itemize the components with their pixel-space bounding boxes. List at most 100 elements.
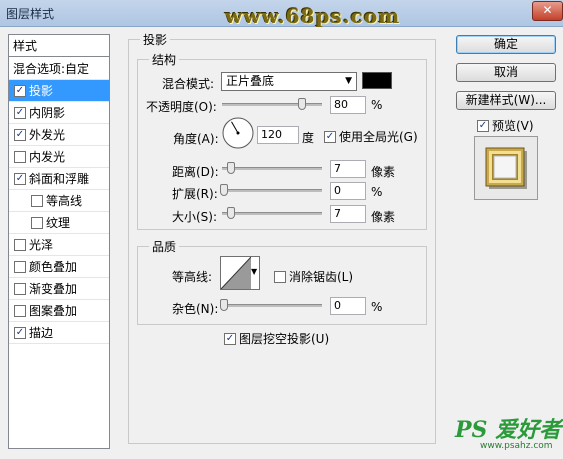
- site-logo: PS 爱好者: [455, 417, 562, 443]
- checkbox-icon: ✓: [324, 131, 336, 143]
- style-list-item[interactable]: 内发光: [9, 146, 109, 168]
- style-list-item[interactable]: ✓ 外发光: [9, 124, 109, 146]
- checkbox-icon[interactable]: [14, 282, 26, 295]
- contour-linear-icon: [220, 256, 252, 290]
- window-title: 图层样式: [6, 7, 55, 21]
- checkbox-icon[interactable]: [14, 260, 26, 273]
- close-icon: ✕: [542, 3, 553, 17]
- style-list-item-label: 图案叠加: [29, 304, 78, 318]
- style-list-item-label: 投影: [29, 84, 54, 98]
- style-list-item-label: 渐变叠加: [29, 282, 78, 296]
- close-button[interactable]: ✕: [532, 1, 563, 21]
- ok-button[interactable]: 确定: [456, 35, 556, 54]
- opacity-input[interactable]: 80: [330, 96, 366, 114]
- structure-title: 结构: [149, 51, 180, 68]
- style-list-item-label: 描边: [29, 326, 54, 340]
- style-list-item[interactable]: 纹理: [9, 212, 109, 234]
- chevron-down-icon: ▼: [251, 267, 258, 276]
- size-input[interactable]: 7: [330, 205, 366, 223]
- spread-label: 扩展(R):: [172, 187, 218, 201]
- size-slider-thumb[interactable]: [227, 207, 235, 219]
- checkbox-icon[interactable]: [14, 150, 26, 163]
- style-list-item-label: 纹理: [46, 216, 71, 230]
- opacity-percent: %: [371, 98, 383, 112]
- style-list-item-label: 内发光: [29, 150, 66, 164]
- blend-mode-select[interactable]: 正片叠底 ▼: [221, 72, 357, 91]
- style-list-item-label: 光泽: [29, 238, 54, 252]
- shadow-color-swatch[interactable]: [362, 72, 392, 89]
- checkbox-icon: ✓: [477, 120, 489, 132]
- chevron-down-icon: ▼: [345, 76, 352, 86]
- noise-slider-thumb[interactable]: [220, 299, 228, 311]
- style-list-item[interactable]: 光泽: [9, 234, 109, 256]
- distance-slider-track[interactable]: [222, 167, 322, 170]
- checkbox-icon[interactable]: [14, 238, 26, 251]
- style-list-item-label: 颜色叠加: [29, 260, 78, 274]
- preview-thumbnail: [475, 137, 537, 199]
- checkbox-icon[interactable]: [31, 216, 43, 229]
- style-list-item[interactable]: ✓ 描边: [9, 322, 109, 344]
- checkbox-icon[interactable]: ✓: [14, 326, 26, 339]
- size-unit: 像素: [371, 210, 396, 224]
- opacity-slider-thumb[interactable]: [298, 98, 306, 110]
- style-list-item[interactable]: ✓ 投影: [9, 80, 109, 102]
- spread-percent: %: [371, 185, 383, 199]
- spread-input[interactable]: 0: [330, 182, 366, 200]
- checkbox-icon[interactable]: ✓: [14, 84, 26, 97]
- angle-unit: 度: [302, 131, 315, 145]
- opacity-label: 不透明度(O):: [146, 100, 217, 114]
- blend-mode-value: 正片叠底: [226, 74, 275, 88]
- contour-label: 等高线:: [172, 270, 213, 284]
- style-list: 样式 混合选项:自定 ✓ 投影 ✓ 内阴影 ✓ 外发光 内发光 ✓ 斜面和浮雕 等高线 纹理 光泽 颜色…: [8, 34, 110, 449]
- style-list-header: 样式: [9, 35, 109, 57]
- anti-alias-checkbox[interactable]: 消除锯齿(L): [274, 268, 353, 285]
- distance-label: 距离(D):: [172, 165, 219, 179]
- angle-input[interactable]: 120: [257, 126, 299, 144]
- spread-slider-track[interactable]: [222, 189, 322, 192]
- drop-shadow-title: 投影: [140, 31, 171, 48]
- distance-input[interactable]: 7: [330, 160, 366, 178]
- noise-input[interactable]: 0: [330, 297, 366, 315]
- style-list-item[interactable]: 渐变叠加: [9, 278, 109, 300]
- global-light-checkbox[interactable]: ✓ 使用全局光(G): [324, 128, 418, 145]
- size-slider-track[interactable]: [222, 212, 322, 215]
- blend-options-item[interactable]: 混合选项:自定: [9, 58, 109, 80]
- style-list-item[interactable]: ✓ 斜面和浮雕: [9, 168, 109, 190]
- noise-slider-track[interactable]: [222, 304, 322, 307]
- knockout-checkbox[interactable]: ✓ 图层挖空投影(U): [224, 330, 329, 347]
- angle-dial[interactable]: [221, 116, 255, 150]
- style-list-item[interactable]: 颜色叠加: [9, 256, 109, 278]
- checkbox-icon: ✓: [224, 333, 236, 345]
- distance-unit: 像素: [371, 165, 396, 179]
- watermark-text: www.68ps.com: [225, 4, 401, 28]
- style-preview: [474, 136, 538, 200]
- size-label: 大小(S):: [172, 210, 218, 224]
- checkbox-icon[interactable]: ✓: [14, 106, 26, 119]
- preview-checkbox[interactable]: ✓ 预览(V): [477, 117, 534, 134]
- style-list-item[interactable]: 图案叠加: [9, 300, 109, 322]
- site-url: www.psahz.com: [480, 441, 553, 451]
- style-list-item[interactable]: ✓ 内阴影: [9, 102, 109, 124]
- style-list-item-label: 等高线: [46, 194, 83, 208]
- spread-slider-thumb[interactable]: [220, 184, 228, 196]
- checkbox-icon: [274, 271, 286, 283]
- cancel-button[interactable]: 取消: [456, 63, 556, 82]
- checkbox-icon[interactable]: [31, 194, 43, 207]
- checkbox-icon[interactable]: ✓: [14, 172, 26, 185]
- angle-dial-icon: [222, 117, 254, 149]
- style-list-item-label: 外发光: [29, 128, 66, 142]
- blend-mode-label: 混合模式:: [162, 77, 215, 91]
- angle-label: 角度(A):: [173, 132, 219, 146]
- style-list-item-label: 斜面和浮雕: [29, 172, 90, 186]
- style-list-item-label: 内阴影: [29, 106, 66, 120]
- quality-title: 品质: [149, 238, 180, 255]
- distance-slider-thumb[interactable]: [227, 162, 235, 174]
- new-style-button[interactable]: 新建样式(W)...: [456, 91, 556, 110]
- noise-label: 杂色(N):: [172, 302, 219, 316]
- style-list-item[interactable]: 等高线: [9, 190, 109, 212]
- checkbox-icon[interactable]: ✓: [14, 128, 26, 141]
- contour-picker[interactable]: ▼: [220, 256, 260, 290]
- opacity-slider-track[interactable]: [222, 103, 322, 106]
- checkbox-icon[interactable]: [14, 304, 26, 317]
- noise-percent: %: [371, 300, 383, 314]
